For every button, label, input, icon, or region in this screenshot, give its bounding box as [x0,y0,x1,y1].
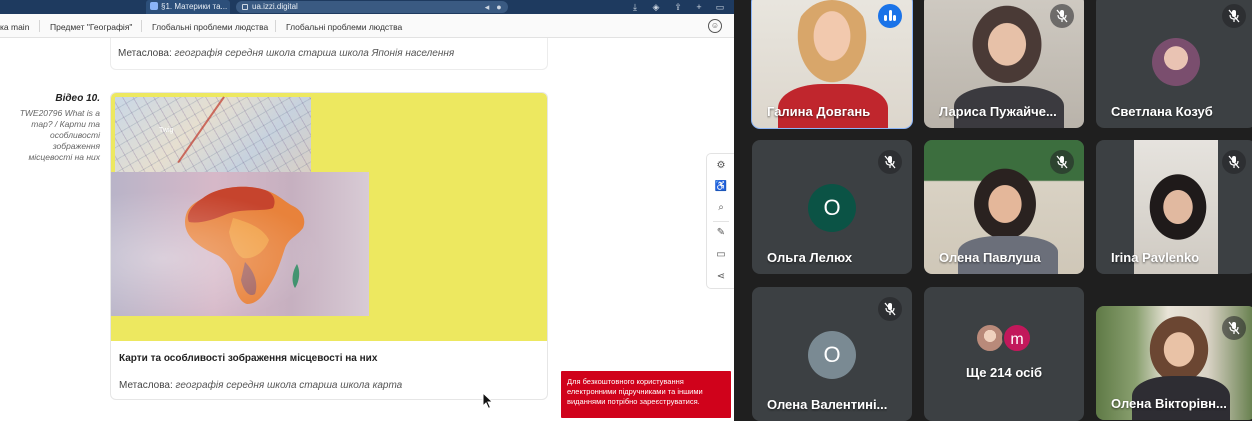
participant-tile[interactable]: Лариса Пужайче... [924,0,1084,128]
mic-off-icon [878,297,902,321]
meta-prefix: Метаслова: [119,380,173,391]
mic-off-icon [1222,4,1246,28]
avatar: О [808,184,856,232]
video-description: TWE20796 What is a map? / Карти та особл… [19,108,100,162]
shield-icon[interactable]: ◈ [651,2,661,12]
participant-name: Галина Довгань [767,104,871,119]
participant-name: Олена Валентині... [767,397,888,412]
map-tag: Twig [159,127,174,134]
participant-tile[interactable]: О Ольга Лелюх [752,140,912,274]
mic-off-icon [1050,150,1074,174]
avatar: m [1002,323,1032,353]
download-icon[interactable]: ⤓ [630,2,640,12]
new-tab-icon[interactable]: + [694,2,704,12]
meta-keywords: географія середня школа старша школа Япо… [174,48,455,59]
video-meta: Метаслова: географія середня школа старш… [119,380,402,391]
participant-name: Irina Pavlenko [1111,250,1200,265]
avatar: О [808,331,856,379]
mouse-cursor-icon [482,392,494,410]
extensions-icon[interactable]: ● [494,2,504,12]
participant-tile[interactable]: О Олена Валентині... [752,287,912,421]
lock-icon [242,4,248,10]
meta-prefix: Метаслова: [118,48,172,59]
video-player[interactable]: Twig [111,93,547,341]
share-icon[interactable]: ⋖ [707,267,734,287]
participant-tile[interactable]: Светлана Козуб [1096,0,1252,128]
participant-name: Лариса Пужайче... [939,104,1057,119]
more-participants-count: Ще 214 осіб [965,365,1043,380]
side-toolbar: ⚙ ♿ ⌕ ✎ ▭ ⋖ [706,153,734,289]
mic-off-icon [1050,4,1074,28]
pencil-icon[interactable]: ✎ [707,223,734,243]
bookmarks-bar: ка main Предмет "Географія" Глобальні пр… [0,14,734,38]
bookmark-main[interactable]: ка main [0,14,29,38]
previous-item-meta: Метаслова: географія середня школа старш… [118,48,454,59]
participant-tile[interactable]: Галина Довгань [751,0,913,129]
mic-off-icon [1222,316,1246,340]
avatar [1152,38,1200,86]
screen-icon[interactable]: ▭ [707,245,734,265]
participant-tile[interactable]: Олена Павлуша [924,140,1084,274]
mic-off-icon [1222,150,1246,174]
participant-name: Светлана Козуб [1111,104,1213,119]
speaking-indicator-icon [878,4,902,28]
video-card: Twig Карти та особливості зображення міс… [110,92,548,400]
gear-icon[interactable]: ⚙ [707,156,734,176]
tab-favicon-icon [150,2,158,10]
bookmark-geography[interactable]: Предмет "Географія" [50,14,132,38]
video-number-label: Відео 10. [55,93,100,104]
browser-title-bar: §1. Материки та... ua.izzi.digital ◂ ● ⤓… [0,0,734,14]
address-bar[interactable]: ua.izzi.digital [236,1,508,13]
bookmark-divider [141,20,142,32]
search-icon[interactable]: ⌕ [707,198,734,218]
meta-keywords: географія середня школа старша школа кар… [175,380,403,391]
avatar [975,323,1005,353]
participant-tile[interactable]: Олена Вікторівн... [1096,306,1252,420]
mic-off-icon [878,150,902,174]
map-thumbnail-image: Twig [115,96,311,175]
more-participants-tile[interactable]: m Ще 214 осіб [924,287,1084,421]
tabs-overview-icon[interactable]: ▭ [715,2,725,12]
tab-title: §1. Материки та... [161,2,228,11]
url-text: ua.izzi.digital [252,2,298,11]
participant-name: Олена Вікторівн... [1111,396,1227,411]
accessibility-icon[interactable]: ♿ [707,177,734,197]
registration-banner[interactable]: Для безкоштовного користування електронн… [561,371,731,418]
africa-map-image [111,172,369,316]
participant-name: Ольга Лелюх [767,250,853,265]
bookmark-divider [275,20,276,32]
participant-tile[interactable]: Irina Pavlenko [1096,140,1252,274]
participants-grid: Галина Довгань Лариса Пужайче... Светлан… [734,0,1252,421]
bookmark-divider [39,20,40,32]
shared-screen: §1. Материки та... ua.izzi.digital ◂ ● ⤓… [0,0,734,421]
bookmark-global-problems-2[interactable]: Глобальні проблеми людства [286,14,402,38]
participant-name: Олена Павлуша [939,250,1041,265]
bookmark-global-problems-1[interactable]: Глобальні проблеми людства [152,14,268,38]
speaker-icon[interactable]: ◂ [482,2,492,12]
video-title: Карти та особливості зображення місцевос… [119,353,378,364]
account-icon[interactable]: ☺ [708,19,722,33]
browser-tab-active[interactable]: §1. Материки та... [146,0,230,14]
share-icon[interactable]: ⇪ [673,2,683,12]
